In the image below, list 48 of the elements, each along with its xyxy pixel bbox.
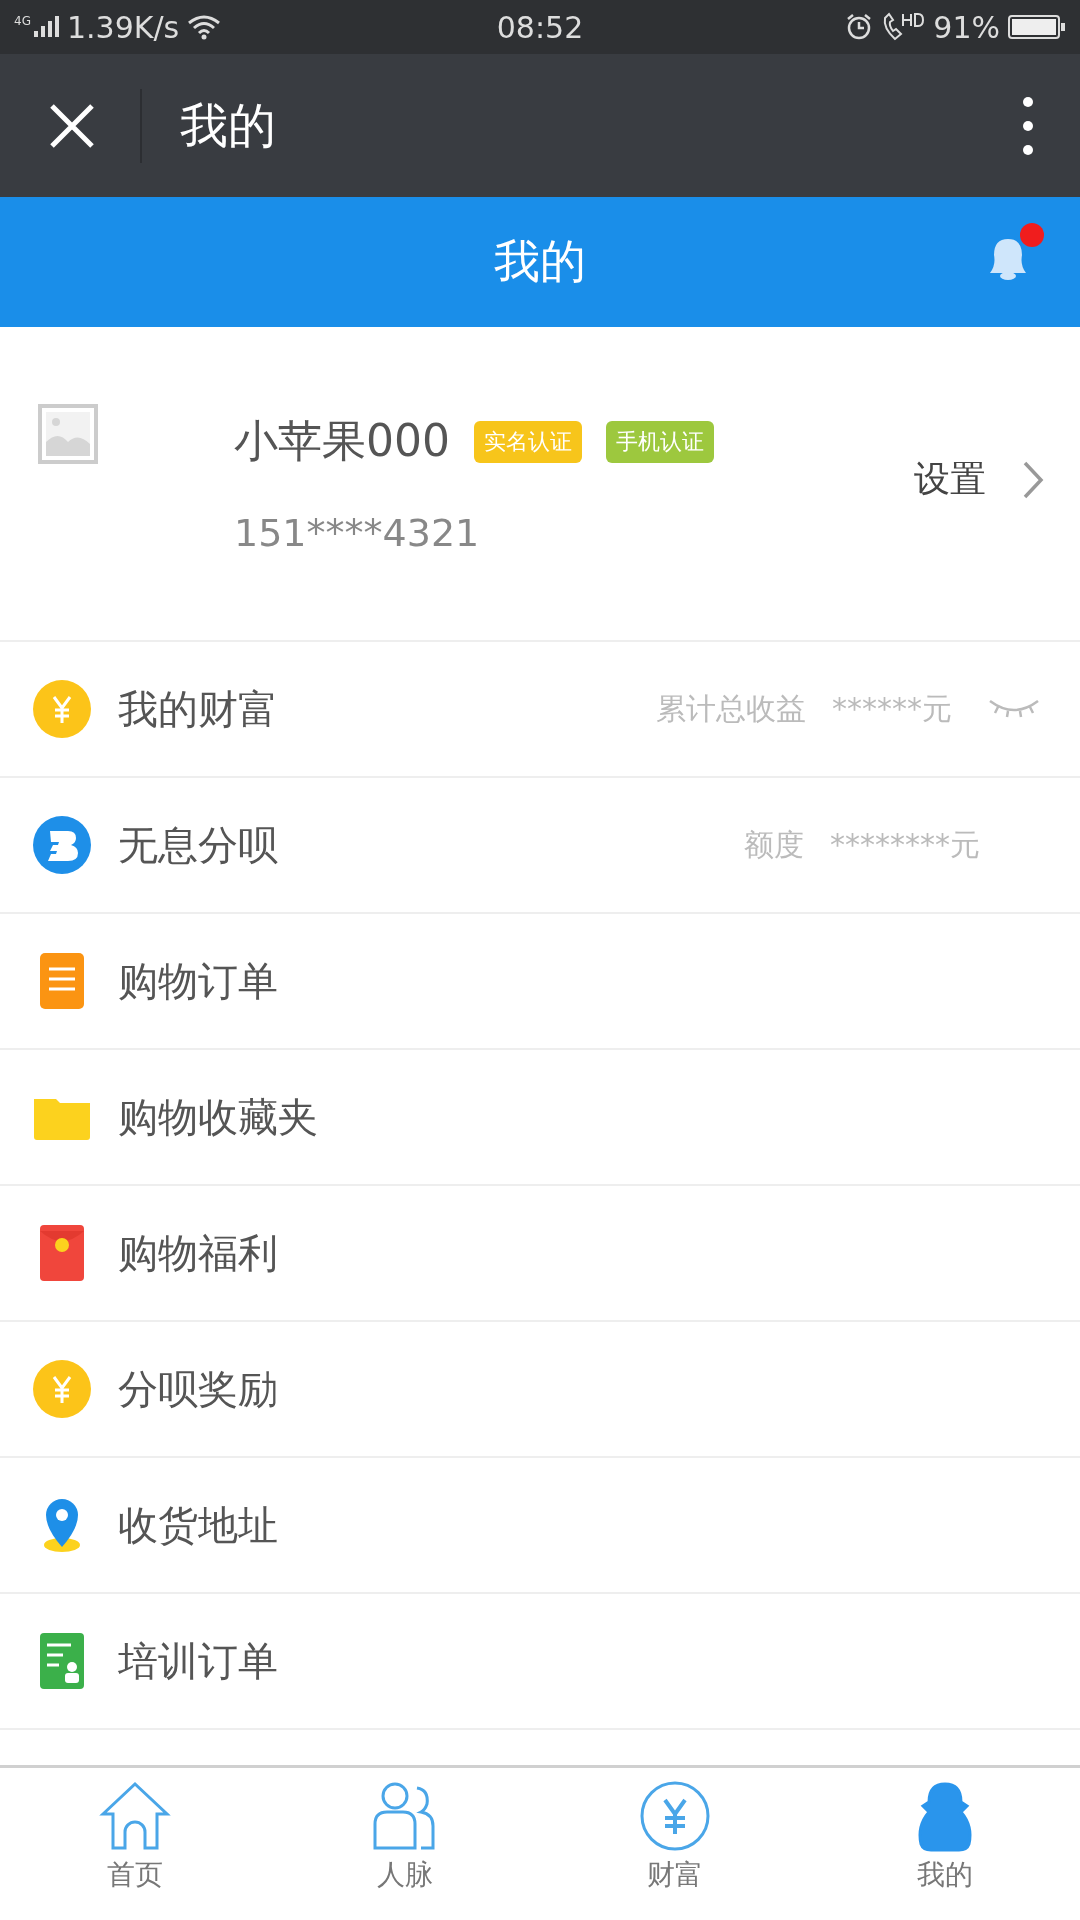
clock: 08:52: [496, 9, 584, 45]
menu-label: 我的财富: [118, 684, 279, 734]
window-title: 我的: [180, 95, 277, 155]
tab[interactable]: 人脉: [270, 1768, 540, 1920]
verification-badge: 手机认证: [606, 420, 714, 463]
menu-note: 额度: [744, 825, 804, 864]
menu-label: 购物收藏夹: [118, 1092, 319, 1142]
signal-icon: [32, 15, 59, 39]
tab[interactable]: 我的: [810, 1768, 1080, 1920]
yen-coin-icon: [32, 679, 92, 739]
menu-label: 购物订单: [118, 956, 279, 1006]
menu-item[interactable]: 我的财富 累计总收益 ******元: [0, 642, 1080, 778]
menu-label: 无息分呗: [118, 820, 279, 870]
menu-item[interactable]: 购物福利: [0, 1186, 1080, 1322]
phone-number: 151****4321: [234, 511, 481, 555]
user-name: 小苹果000: [234, 414, 450, 468]
battery-icon: [1008, 14, 1066, 40]
avatar-placeholder-icon: [38, 404, 98, 464]
yen-coin-icon: [32, 1359, 92, 1419]
network-speed: 1.39K/s: [66, 9, 180, 45]
hidden-amount: ******元: [832, 689, 952, 728]
hidden-amount: ********元: [830, 825, 980, 864]
b-logo-icon: [32, 815, 92, 875]
chevron-right-icon: [1022, 459, 1044, 500]
menu-item[interactable]: 无息分呗 额度 ********元: [0, 778, 1080, 914]
battery-level: 91%: [933, 9, 1000, 45]
menu-label: 分呗奖励: [118, 1364, 279, 1414]
verification-badge: 实名认证: [474, 420, 582, 463]
tab[interactable]: 首页: [0, 1768, 270, 1920]
network-type: 4G: [14, 13, 31, 28]
settings-link[interactable]: 设置: [914, 455, 1044, 504]
tab[interactable]: 财富: [540, 1768, 810, 1920]
more-menu-button[interactable]: [1022, 95, 1034, 156]
wifi-icon: [187, 14, 222, 40]
menu-label: 收货地址: [118, 1500, 279, 1550]
close-button[interactable]: [48, 101, 96, 150]
menu-item[interactable]: 购物收藏夹: [0, 1050, 1080, 1186]
hd-call-icon: [881, 12, 926, 42]
page-title: 我的: [494, 233, 586, 290]
menu-label: 购物福利: [118, 1228, 279, 1278]
menu-note: 累计总收益: [656, 689, 806, 728]
menu-item[interactable]: 收货地址: [0, 1458, 1080, 1594]
menu-item[interactable]: 培训订单: [0, 1594, 1080, 1730]
menu-item[interactable]: 分呗奖励: [0, 1322, 1080, 1458]
menu-item[interactable]: 购物订单: [0, 914, 1080, 1050]
home-icon: [99, 1780, 171, 1852]
yen-circle-icon: [639, 1780, 711, 1852]
menu-label: 培训订单: [118, 1636, 279, 1686]
